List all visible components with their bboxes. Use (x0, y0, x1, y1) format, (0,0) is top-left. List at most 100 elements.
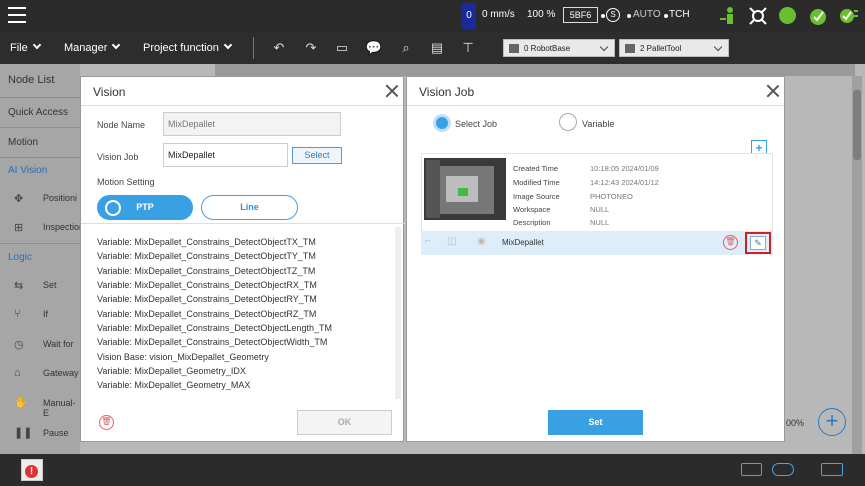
chat-bubble-icon[interactable]: 💬 (365, 40, 383, 56)
meta-value: NULL (590, 218, 610, 227)
chevron-down-icon (223, 40, 233, 50)
add-node-button[interactable]: + (818, 408, 846, 436)
meta-label: Created Time (513, 164, 559, 173)
s-mode-icon: S (606, 8, 620, 22)
select-button[interactable]: Select (292, 147, 342, 164)
status-bar: 0 0 mm/s 100 % 5BF6 S AUTO TCH (0, 0, 865, 32)
list-item: Vision Base: vision_MixDepallet_Geometry (97, 352, 269, 362)
error-log-button[interactable]: ! (21, 459, 43, 481)
meta-label: Image Source (513, 192, 560, 201)
variable-radio[interactable] (559, 113, 577, 131)
vision-job-label: Vision Job (97, 152, 139, 162)
sidebar-item-set[interactable]: Set (0, 280, 80, 290)
sidebar-item-wait-for[interactable]: Wait for (0, 339, 80, 349)
mode-tch: TCH (669, 9, 690, 20)
project-function-menu[interactable]: Project function (143, 40, 233, 54)
robot-arm-icon: ⌐ (425, 236, 431, 247)
burst-icon[interactable] (748, 6, 768, 26)
list-item: Variable: MixDepallet_Constrains_DetectO… (97, 251, 316, 261)
set-button[interactable]: Set (548, 410, 643, 435)
close-icon[interactable] (384, 83, 400, 99)
sidebar-item-quick-access[interactable]: Quick Access (0, 107, 80, 118)
title-divider (407, 105, 784, 106)
keyboard-icon[interactable] (821, 463, 843, 476)
connection-icon[interactable] (772, 463, 794, 476)
check-gauge-icon[interactable] (808, 6, 828, 26)
vision-job-field[interactable]: MixDepallet (163, 143, 288, 167)
select-job-label: Select Job (455, 119, 498, 129)
io-panel-icon[interactable] (741, 463, 762, 476)
pallet-tool-dropdown[interactable]: 2 PalletTool (619, 39, 729, 57)
sidebar-item-pause[interactable]: Pause (0, 428, 80, 438)
sidebar-item-ai-vision[interactable]: AI Vision (0, 165, 80, 176)
zoom-readout: 00% (786, 418, 805, 428)
list-item: Variable: MixDepallet_Constrains_DetectO… (97, 280, 317, 290)
tool-icon (625, 44, 635, 53)
sidebar-item-positioning[interactable]: Positioni (0, 193, 80, 203)
manager-menu[interactable]: Manager (64, 40, 121, 54)
chevron-down-icon (599, 42, 609, 52)
close-icon[interactable] (765, 83, 781, 99)
list-item: Variable: MixDepallet_Constrains_DetectO… (97, 337, 328, 347)
robot-base-dropdown[interactable]: 0 RobotBase (503, 39, 615, 57)
speed-readout: 0 mm/s (482, 9, 515, 20)
canvas-scroll-thumb[interactable] (853, 90, 861, 160)
status-code-box: 5BF6 (563, 7, 598, 23)
select-job-radio[interactable] (433, 114, 451, 132)
bottom-bar (0, 454, 865, 486)
camera-icon: ◫ (447, 236, 457, 247)
sidebar-divider (0, 97, 80, 98)
file-menu[interactable]: File (10, 40, 41, 54)
speed-percent: 100 % (527, 9, 556, 20)
target-icon: ◉ (477, 236, 486, 247)
tool-settings-icon[interactable]: ⊤ (459, 40, 477, 56)
sidebar-item-inspection[interactable]: Inspection (0, 222, 84, 232)
vision-dialog-title: Vision (93, 85, 126, 99)
list-item: Variable: MixDepallet_Constrains_DetectO… (97, 309, 317, 319)
list-item: Variable: MixDepallet_Constrains_DetectO… (97, 294, 317, 304)
delete-job-icon[interactable]: 🗑 (723, 235, 738, 250)
vision-job-dialog-title: Vision Job (419, 85, 475, 99)
search-icon[interactable]: ⌕ (397, 40, 415, 56)
redo-icon[interactable]: ↷ (302, 40, 320, 56)
sidebar-item-motion[interactable]: Motion (0, 137, 80, 148)
meta-value: NULL (590, 205, 610, 214)
hamburger-menu-icon[interactable] (8, 7, 26, 23)
edit-pencil-icon[interactable]: ✎ (750, 236, 766, 250)
list-item: Variable: MixDepallet_Geometry_MAX (97, 380, 251, 390)
chevron-down-icon (32, 40, 41, 50)
node-list-title: Node List (8, 74, 55, 86)
variable-list-scrollbar[interactable] (395, 227, 401, 399)
robot-base-value: 0 RobotBase (524, 44, 571, 53)
robot-person-icon[interactable] (718, 6, 738, 26)
sidebar-item-gateway[interactable]: Gateway (0, 368, 80, 378)
meta-label: Description (513, 218, 551, 227)
ok-button[interactable]: OK (297, 410, 392, 435)
tag-icon[interactable]: ▭ (333, 40, 351, 56)
vision-dialog: Vision Node Name Vision Job MixDepallet … (80, 76, 405, 442)
radio-selected-icon (105, 200, 121, 216)
vision-job-dialog: Vision Job Select Job Variable + Created… (406, 76, 785, 442)
sidebar-item-manual[interactable]: Manual-E (0, 398, 80, 418)
sidebar-item-if[interactable]: If (0, 309, 80, 319)
variable-label: Variable (582, 119, 615, 129)
line-toggle[interactable]: Line (201, 195, 298, 220)
node-name-label: Node Name (97, 120, 146, 130)
ptp-label: PTP (136, 202, 154, 212)
check-list-icon[interactable] (839, 6, 859, 26)
sidebar-divider (0, 127, 80, 128)
chevron-down-icon (713, 42, 723, 52)
main-toolbar: File Manager Project function ↶ ↷ ▭ 💬 ⌕ … (0, 32, 865, 64)
ptp-toggle[interactable]: PTP (97, 195, 193, 220)
manager-menu-label: Manager (64, 42, 108, 54)
trash-icon[interactable]: 🗑 (99, 415, 114, 430)
id-card-icon[interactable]: ▤ (428, 40, 446, 56)
meta-label: Workspace (513, 205, 551, 214)
sidebar-divider (0, 157, 80, 158)
node-name-input[interactable] (163, 112, 341, 136)
job-row-mixdepallet[interactable]: ⌐ ◫ ◉ MixDepallet 🗑 ✎ (421, 231, 773, 255)
file-menu-label: File (10, 42, 28, 54)
sidebar-item-logic[interactable]: Logic (0, 252, 80, 263)
undo-icon[interactable]: ↶ (270, 40, 288, 56)
status-dot (627, 14, 631, 18)
